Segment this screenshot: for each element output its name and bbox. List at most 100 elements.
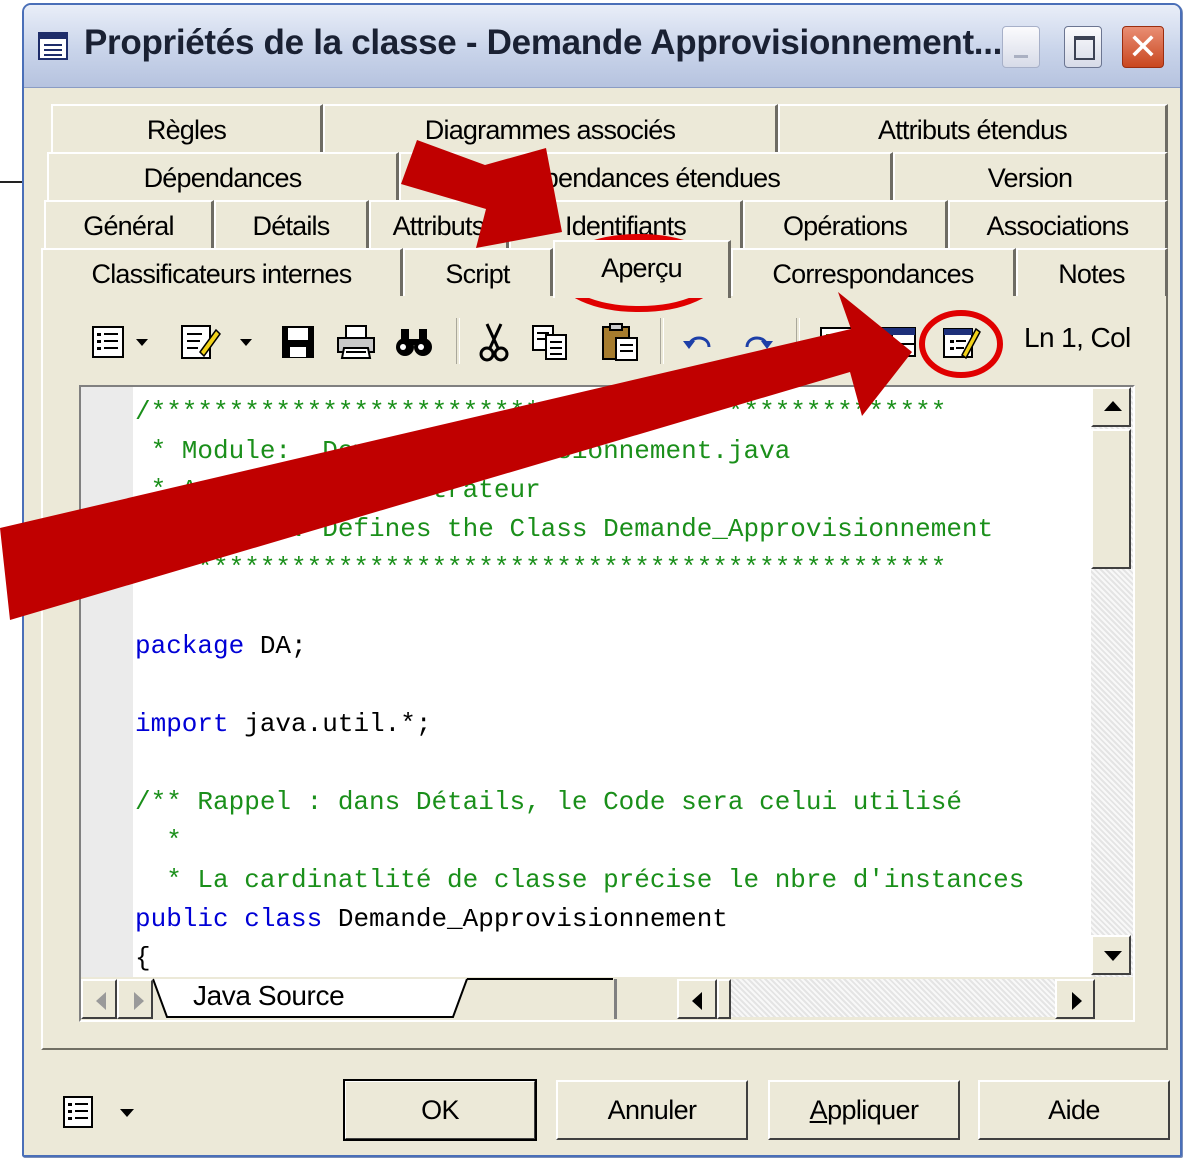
code-line: import java.util.*; [135, 705, 1095, 744]
undo-icon [683, 336, 711, 349]
tab-script[interactable]: Script [403, 248, 553, 296]
print-icon [337, 325, 375, 359]
code-line: * [135, 826, 182, 856]
tab-attributs-etendus[interactable]: Attributs étendus [778, 104, 1168, 152]
hscroll-thumb[interactable] [717, 979, 731, 1019]
ok-button[interactable]: OK [343, 1079, 537, 1141]
save-icon [282, 326, 314, 358]
tab-associations[interactable]: Associations [948, 200, 1168, 248]
apply-button[interactable]: Appliquer [768, 1080, 960, 1140]
hscroll-right-button[interactable] [1055, 979, 1095, 1019]
view-button[interactable] [814, 320, 862, 364]
arrow-down-icon [1104, 951, 1122, 961]
arrow-up-icon [1104, 401, 1122, 411]
code-line: ****************************************… [135, 553, 947, 583]
scroll-up-button[interactable] [1091, 387, 1131, 427]
find-button[interactable] [392, 320, 436, 364]
toolbar-separator [456, 318, 460, 364]
edit-with-button[interactable] [936, 320, 986, 364]
tab-general[interactable]: Général [44, 200, 214, 248]
sheet-scroll-left[interactable] [81, 979, 117, 1019]
code-preview-editor[interactable]: /***************************************… [79, 385, 1135, 1022]
view-icon [820, 327, 854, 357]
edit-menu-button[interactable] [176, 320, 260, 364]
save-button[interactable] [276, 320, 320, 364]
properties-window-icon [38, 32, 68, 60]
minimize-button[interactable] [1002, 26, 1040, 68]
cursor-position-status: Ln 1, Col [1024, 322, 1131, 353]
code-line: * Purpose: Defines the Class Demande_App… [135, 514, 994, 544]
edit-menu-icon [181, 325, 252, 359]
grid-button[interactable] [874, 320, 922, 364]
paste-button[interactable] [596, 320, 644, 364]
title-bar[interactable]: Propriétés de la classe - Demande Approv… [24, 5, 1180, 88]
tab-apercu[interactable]: Aperçu [553, 240, 731, 298]
tab-dependances[interactable]: Dépendances [47, 152, 399, 200]
tab-dependances-etendues[interactable]: Dépendances étendues [399, 152, 893, 200]
tab-diagrammes-associes[interactable]: Diagrammes associés [323, 104, 778, 152]
splitter[interactable] [614, 979, 617, 1019]
sheet-scroll-right[interactable] [117, 979, 153, 1019]
properties-menu-icon [92, 326, 148, 358]
toolbar-separator [660, 318, 664, 364]
code-line: package DA; [135, 627, 1095, 666]
hscroll-left-button[interactable] [677, 979, 717, 1019]
code-line: * Author: Administrateur [135, 475, 541, 505]
undo-button[interactable] [678, 320, 718, 364]
tab-notes[interactable]: Notes [1016, 248, 1168, 296]
paste-icon [602, 323, 638, 361]
copy-icon [532, 325, 567, 360]
tab-operations[interactable]: Opérations [743, 200, 948, 248]
tab-regles[interactable]: Règles [51, 104, 323, 152]
code-keyword: package [135, 631, 245, 661]
editor-bottom-bar: Java Source [81, 977, 1133, 1020]
redo-button[interactable] [738, 320, 778, 364]
properties-menu-button[interactable] [90, 320, 154, 364]
code-text-span: DA; [244, 631, 307, 661]
arrow-left-icon [96, 992, 106, 1010]
help-button-label: Aide [1048, 1094, 1100, 1125]
code-keyword: import [135, 709, 229, 739]
cut-button[interactable] [474, 320, 514, 364]
tab-correspondances[interactable]: Correspondances [731, 248, 1016, 296]
apply-button-label: Appliquer [809, 1094, 919, 1125]
print-button[interactable] [332, 320, 380, 364]
code-line: { [135, 943, 151, 973]
sheet-tab-java-source[interactable]: Java Source [193, 980, 345, 1012]
code-text[interactable]: /***************************************… [135, 393, 1095, 973]
scroll-down-button[interactable] [1091, 935, 1131, 975]
edit-with-icon [943, 327, 981, 360]
ok-button-label: OK [421, 1094, 459, 1125]
redo-icon [745, 336, 773, 349]
code-line: * Module: Demande_Approvisionnement.java [135, 436, 791, 466]
hscroll-track[interactable] [731, 979, 1089, 1017]
copy-button[interactable] [526, 320, 574, 364]
toolbar-separator [796, 318, 800, 364]
code-line: public class Demande_Approvisionnement [135, 900, 1095, 939]
code-line: * La cardinatlité de classe précise le n… [135, 865, 1025, 895]
arrow-right-icon [1072, 992, 1082, 1010]
vertical-scrollbar[interactable] [1091, 387, 1133, 977]
arrow-right-icon [134, 992, 144, 1010]
grid-icon [880, 327, 916, 357]
vertical-scroll-thumb[interactable] [1091, 429, 1131, 569]
find-icon [396, 329, 432, 356]
cut-icon [479, 323, 509, 362]
tab-attributs[interactable]: Attributs [369, 200, 509, 248]
tab-version[interactable]: Version [893, 152, 1168, 200]
help-button[interactable]: Aide [978, 1080, 1170, 1140]
cancel-button[interactable]: Annuler [556, 1080, 748, 1140]
arrow-left-icon [692, 992, 702, 1010]
close-icon: ✕ [1127, 26, 1159, 67]
maximize-button[interactable] [1064, 26, 1102, 68]
code-line: /** Rappel : dans Détails, le Code sera … [135, 787, 962, 817]
cancel-button-label: Annuler [607, 1094, 697, 1125]
code-text-span: java.util.*; [228, 709, 432, 739]
properties-dropdown[interactable] [56, 1090, 152, 1134]
tab-details[interactable]: Détails [214, 200, 369, 248]
tab-classificateurs-internes[interactable]: Classificateurs internes [41, 248, 403, 296]
close-button[interactable]: ✕ [1122, 26, 1164, 68]
